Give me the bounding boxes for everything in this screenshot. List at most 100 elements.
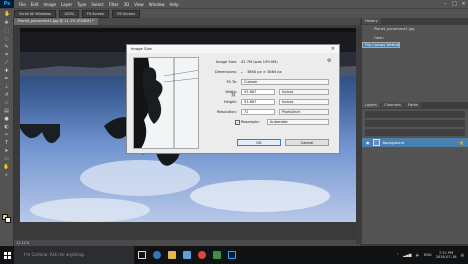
resolution-input[interactable]: 72 (241, 109, 275, 115)
lock-icon: 🔒 (459, 140, 464, 145)
history-step-open[interactable]: Open (362, 34, 468, 42)
layer-thumbnail (372, 139, 380, 146)
notifications-icon[interactable]: ▤ (461, 253, 464, 257)
blend-mode-select[interactable] (365, 120, 465, 127)
history-snapshot[interactable]: Planet_panorama1.jpg (362, 25, 468, 34)
volume-icon[interactable]: 🔈 (415, 253, 419, 257)
tab-paths[interactable]: Paths (405, 102, 421, 108)
lock-options[interactable] (365, 129, 465, 136)
history-step-flip-canvas-vertical[interactable]: Flip Canvas Vertical (362, 42, 401, 48)
file-explorer-icon[interactable] (164, 246, 179, 264)
chrome-icon[interactable] (194, 246, 209, 264)
brush-tool-icon[interactable]: ✒ (3, 76, 10, 82)
document-tab-bar: Planet_panorama1.jpg @ 11.1% (RGB/8) * (14, 18, 360, 25)
store-icon[interactable] (179, 246, 194, 264)
menu-window[interactable]: Window (149, 2, 165, 7)
fill-screen-button[interactable]: Fill Screen (112, 9, 141, 18)
document-tab[interactable]: Planet_panorama1.jpg @ 11.1% (RGB/8) * (14, 18, 98, 25)
menu-type[interactable]: Type (77, 2, 86, 7)
width-input[interactable]: 53.667 (241, 89, 275, 95)
marquee-tool-icon[interactable]: ⬚ (3, 28, 10, 34)
zoom-100-button[interactable]: 100% (59, 9, 80, 18)
tab-layers[interactable]: Layers (362, 102, 380, 108)
menu-view[interactable]: View (134, 2, 144, 7)
dialog-close-icon[interactable]: × (331, 45, 335, 53)
pen-tool-icon[interactable]: ✑ (3, 132, 10, 138)
stamp-tool-icon[interactable]: ⊥ (3, 84, 10, 90)
quick-select-tool-icon[interactable]: ✎ (3, 44, 10, 50)
eyedropper-tool-icon[interactable]: ⁄ (3, 60, 10, 66)
close-icon[interactable]: × (459, 0, 468, 8)
gradient-tool-icon[interactable]: ▤ (3, 108, 10, 114)
resample-select[interactable]: Automatic (267, 119, 329, 125)
tab-history[interactable]: History (362, 18, 381, 24)
task-view-icon[interactable] (134, 246, 149, 264)
clock[interactable]: 7:21 PM 2016-07-18 (436, 251, 457, 259)
menu-help[interactable]: Help (169, 2, 178, 7)
chevron-down-icon[interactable]: ⌄ (240, 69, 243, 74)
cortana-search-input[interactable]: I'm Cortana. Ask me anything. (14, 246, 134, 264)
history-empty-area (362, 42, 468, 102)
height-unit-select[interactable]: Inches (279, 99, 329, 105)
move-tool-icon[interactable]: ✥ (3, 20, 10, 26)
gear-icon[interactable]: ⚙ (327, 58, 331, 64)
resample-label: Resample: (241, 120, 260, 124)
minimize-icon[interactable]: – (441, 0, 450, 8)
layer-filter-bar[interactable] (365, 111, 465, 118)
windows-start-icon[interactable] (0, 246, 14, 264)
dodge-tool-icon[interactable]: ◐ (3, 124, 10, 130)
layer-row-background[interactable]: ◉ Background 🔒 (362, 138, 468, 147)
fit-to-label: Fit To: (226, 80, 237, 84)
height-label: Height: (223, 100, 237, 104)
crop-tool-icon[interactable]: ⌗ (3, 52, 10, 58)
visibility-eye-icon[interactable]: ◉ (366, 140, 370, 145)
cancel-button[interactable]: Cancel (285, 139, 329, 146)
history-brush-tool-icon[interactable]: ↺ (3, 92, 10, 98)
ok-button[interactable]: OK (237, 139, 281, 146)
hand-tool-icon[interactable]: ✋ (4, 11, 10, 17)
menu-filter[interactable]: Filter (109, 2, 119, 7)
menu-file[interactable]: File (19, 2, 26, 7)
layers-panel-header: Layers Channels Paths (362, 102, 468, 109)
language-indicator[interactable]: ENG (424, 253, 432, 257)
clock-date: 2016-07-18 (435, 255, 457, 259)
blur-tool-icon[interactable]: ● (3, 116, 10, 122)
edge-browser-icon[interactable] (149, 246, 164, 264)
network-icon[interactable]: ▂▄▆ (403, 253, 411, 257)
dimensions-value: 3864 px × 3864 px (247, 70, 282, 74)
maximize-icon[interactable]: □ (450, 0, 459, 8)
zoom-tool-icon[interactable]: ⌕ (3, 172, 10, 178)
menu-edit[interactable]: Edit (31, 2, 39, 7)
windows-taskbar: I'm Cortana. Ask me anything. ⌃ ▂▄▆ 🔈 EN… (0, 246, 468, 264)
zoom-level[interactable]: 11.11% (16, 241, 29, 245)
app-icon[interactable] (209, 246, 224, 264)
menu-select[interactable]: Select (91, 2, 103, 7)
resolution-unit-select[interactable]: Pixels/Inch (279, 109, 329, 115)
fit-to-select[interactable]: Custom (241, 79, 329, 85)
path-select-tool-icon[interactable]: ➤ (3, 148, 10, 154)
dialog-preview[interactable] (133, 57, 199, 149)
type-tool-icon[interactable]: T (3, 140, 10, 146)
healing-tool-icon[interactable]: ✚ (3, 68, 10, 74)
eraser-tool-icon[interactable]: ▱ (3, 100, 10, 106)
resolution-label: Resolution: (217, 110, 237, 114)
tab-channels[interactable]: Channels (381, 102, 404, 108)
background-color-swatch[interactable] (5, 217, 11, 223)
tray-chevron-icon[interactable]: ⌃ (396, 253, 399, 257)
menu-3d[interactable]: 3D (124, 2, 130, 7)
tools-panel: ✥ ⬚ ◌ ✎ ⌗ ⁄ ✚ ✒ ⊥ ↺ ▱ ▤ ● ◐ ✑ T ➤ ▭ ✋ ⌕ (0, 18, 14, 252)
photoshop-taskbar-icon[interactable] (224, 246, 239, 264)
resample-checkbox[interactable]: ✓ (235, 120, 240, 125)
menu-image[interactable]: Image (43, 2, 56, 7)
dimensions-label: Dimensions: (214, 70, 237, 74)
lasso-tool-icon[interactable]: ◌ (3, 36, 10, 42)
menu-layer[interactable]: Layer (61, 2, 72, 7)
shape-tool-icon[interactable]: ▭ (3, 156, 10, 162)
fit-screen-button[interactable]: Fit Screen (82, 9, 110, 18)
hand-tool-icon[interactable]: ✋ (3, 164, 10, 170)
height-input[interactable]: 53.667 (241, 99, 275, 105)
photoshop-logo-icon[interactable]: Ps (0, 0, 14, 8)
layer-name[interactable]: Background (383, 141, 404, 145)
width-unit-select[interactable]: Inches (279, 89, 329, 95)
scroll-all-windows-checkbox[interactable]: Scroll All Windows (14, 9, 57, 18)
